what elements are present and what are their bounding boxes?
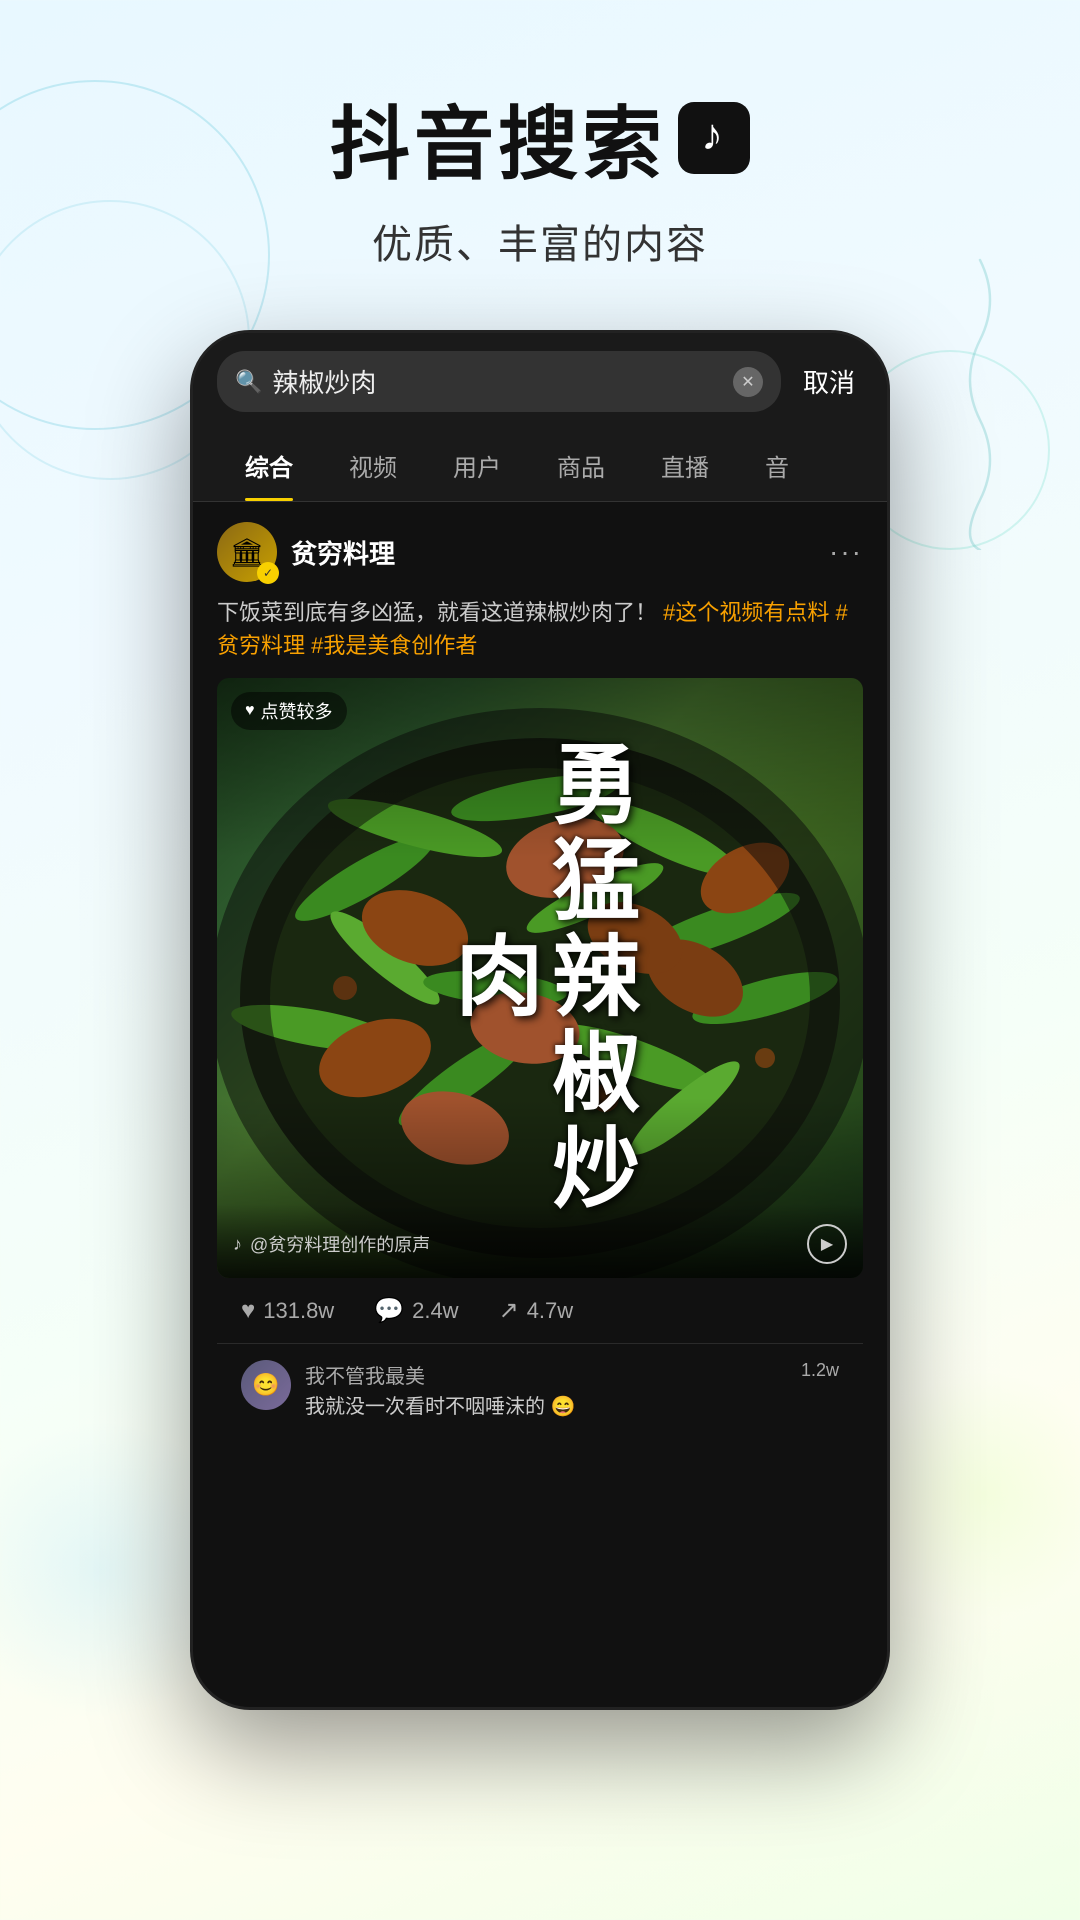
likes-count: 131.8w bbox=[263, 1298, 334, 1324]
user-row: 🏛 ✓ 贫穷料理 ··· bbox=[217, 522, 863, 582]
tab-视频[interactable]: 视频 bbox=[321, 430, 425, 501]
comment-avatar: 😊 bbox=[241, 1360, 291, 1410]
source-text: @贫穷料理创作的原声 bbox=[250, 1231, 430, 1257]
stats-row: ♥ 131.8w 💬 2.4w ↗ 4.7w bbox=[217, 1278, 863, 1344]
comment-text: 我就没一次看时不咽唾沫的 😄 bbox=[305, 1393, 787, 1421]
post-description: 下饭菜到底有多凶猛，就看这道辣椒炒肉了！ #这个视频有点料 #贫穷料理 #我是美… bbox=[217, 596, 863, 662]
search-icon: 🔍 bbox=[235, 369, 262, 395]
more-options-button[interactable]: ··· bbox=[829, 536, 863, 568]
avatar-wrapper: 🏛 ✓ bbox=[217, 522, 277, 582]
tab-音[interactable]: 音 bbox=[737, 430, 817, 501]
search-input-wrapper[interactable]: 🔍 辣椒炒肉 ✕ bbox=[217, 351, 781, 412]
search-query-text: 辣椒炒肉 bbox=[272, 363, 723, 400]
app-title: 抖音搜索 bbox=[330, 80, 750, 196]
search-cancel-button[interactable]: 取消 bbox=[795, 363, 863, 400]
shares-count: 4.7w bbox=[527, 1298, 573, 1324]
comment-content: 我不管我最美 我就没一次看时不咽唾沫的 😄 bbox=[305, 1360, 787, 1421]
comment-icon: 💬 bbox=[374, 1296, 404, 1325]
tiktok-logo-icon bbox=[678, 102, 750, 174]
comment-username: 我不管我最美 bbox=[305, 1360, 787, 1389]
video-text-overlay: 勇猛辣椒炒肉 bbox=[217, 678, 863, 1278]
shares-stat[interactable]: ↗ 4.7w bbox=[499, 1296, 574, 1325]
phone-mockup: 🔍 辣椒炒肉 ✕ 取消 综合 视频 用户 商品 直播 音 bbox=[190, 330, 890, 1710]
video-source: ♪ @贫穷料理创作的原声 bbox=[233, 1231, 430, 1257]
post-card: 🏛 ✓ 贫穷料理 ··· 下饭菜到底有多凶猛，就看这道辣椒炒肉了！ #这个视频有… bbox=[193, 502, 887, 1437]
username-label: 贫穷料理 bbox=[291, 534, 395, 571]
search-clear-button[interactable]: ✕ bbox=[733, 367, 763, 397]
header: 抖音搜索 优质、丰富的内容 bbox=[0, 0, 1080, 310]
tab-用户[interactable]: 用户 bbox=[425, 430, 529, 501]
tab-bar: 综合 视频 用户 商品 直播 音 bbox=[193, 430, 887, 502]
tab-综合[interactable]: 综合 bbox=[217, 430, 321, 501]
title-text: 抖音搜索 bbox=[330, 80, 666, 196]
tab-直播[interactable]: 直播 bbox=[633, 430, 737, 501]
video-bottom-bar: ♪ @贫穷料理创作的原声 ▶ bbox=[217, 1204, 863, 1278]
verified-badge: ✓ bbox=[257, 562, 279, 584]
subtitle-text: 优质、丰富的内容 bbox=[0, 212, 1080, 270]
play-button[interactable]: ▶ bbox=[807, 1224, 847, 1264]
video-thumbnail[interactable]: ♥ 点赞较多 勇猛辣椒炒肉 ♪ @贫穷料理创作的原声 ▶ bbox=[217, 678, 863, 1278]
share-icon: ↗ bbox=[499, 1296, 519, 1325]
video-big-text: 勇猛辣椒炒肉 bbox=[443, 698, 637, 1258]
user-info: 🏛 ✓ 贫穷料理 bbox=[217, 522, 395, 582]
heart-icon: ♥ bbox=[241, 1297, 255, 1325]
comments-stat[interactable]: 💬 2.4w bbox=[374, 1296, 458, 1325]
search-bar: 🔍 辣椒炒肉 ✕ 取消 bbox=[193, 333, 887, 430]
comments-count: 2.4w bbox=[412, 1298, 458, 1324]
likes-stat[interactable]: ♥ 131.8w bbox=[241, 1296, 334, 1325]
tab-商品[interactable]: 商品 bbox=[529, 430, 633, 501]
comment-likes-count: 1.2w bbox=[801, 1360, 839, 1381]
comment-preview: 😊 我不管我最美 我就没一次看时不咽唾沫的 😄 1.2w bbox=[217, 1344, 863, 1437]
phone-wrapper: 🔍 辣椒炒肉 ✕ 取消 综合 视频 用户 商品 直播 音 bbox=[0, 330, 1080, 1710]
